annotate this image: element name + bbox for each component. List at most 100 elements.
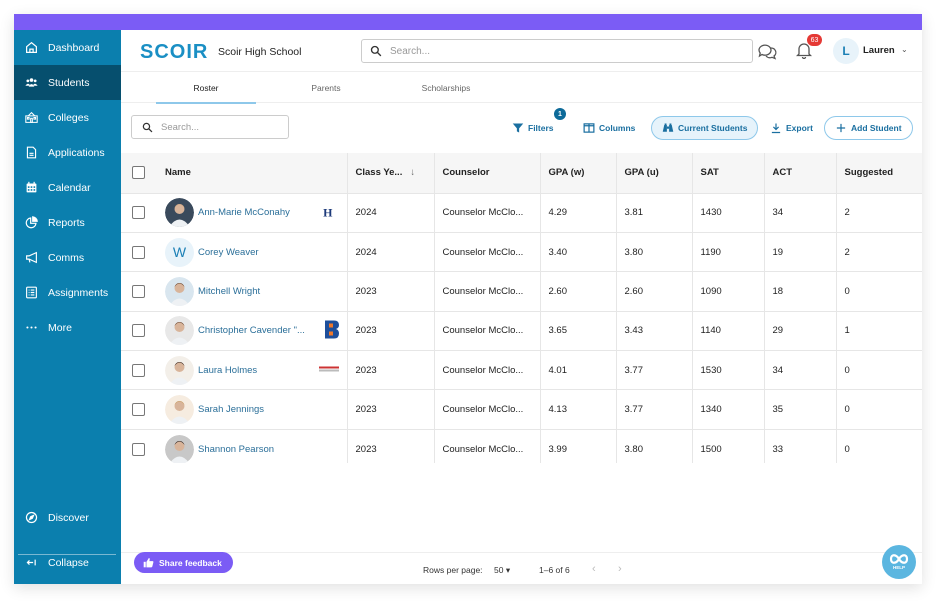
table-row[interactable]: Mitchell Wright 2023 Counselor McClo... …: [121, 271, 922, 312]
column-header-gpa-w[interactable]: GPA (w): [540, 153, 617, 194]
row-checkbox[interactable]: [132, 403, 145, 417]
sidebar-item-students[interactable]: Students: [14, 65, 121, 100]
sidebar-item-reports[interactable]: Reports: [14, 205, 121, 240]
act-cell: 34: [764, 193, 837, 233]
share-feedback-button[interactable]: Share feedback: [134, 552, 233, 573]
tab-parents[interactable]: Parents: [276, 72, 376, 103]
sidebar-item-assignments[interactable]: Assignments: [14, 275, 121, 310]
name-cell: Ann-Marie McConahy H: [157, 193, 348, 233]
user-menu[interactable]: Lauren: [863, 45, 895, 56]
table-row[interactable]: Shannon Pearson 2023 Counselor McClo... …: [121, 429, 922, 463]
column-header-class-year[interactable]: Class Ye... ↓: [347, 153, 435, 194]
row-checkbox[interactable]: [132, 284, 145, 298]
gpa-w-cell: 3.65: [540, 311, 617, 352]
sidebar-item-colleges[interactable]: Colleges: [14, 100, 121, 135]
counselor-cell: Counselor McClo...: [434, 429, 541, 463]
table-row[interactable]: Laura Holmes 2023 Counselor McClo... 4.0…: [121, 350, 922, 391]
sidebar-item-comms[interactable]: Comms: [14, 240, 121, 275]
global-search-input[interactable]: [390, 45, 730, 57]
pie-chart-icon: [14, 216, 48, 229]
users-icon: [14, 76, 48, 89]
rows-per-page-select[interactable]: 50 ▾: [494, 565, 510, 576]
filters-button[interactable]: Filters: [512, 117, 554, 139]
sidebar-item-applications[interactable]: Applications: [14, 135, 121, 170]
counselor-cell: Counselor McClo...: [434, 232, 541, 273]
table-row[interactable]: Sarah Jennings 2023 Counselor McClo... 4…: [121, 389, 922, 430]
row-checkbox[interactable]: [132, 206, 145, 220]
sort-arrow-icon[interactable]: ↓: [410, 167, 415, 178]
current-students-button[interactable]: Current Students: [651, 116, 759, 140]
roster-search[interactable]: [131, 115, 289, 139]
row-checkbox[interactable]: [132, 363, 145, 377]
prev-page-button[interactable]: ‹: [592, 563, 596, 575]
student-name-link[interactable]: Sarah Jennings: [198, 404, 264, 415]
global-search[interactable]: [361, 39, 753, 63]
binoculars-icon: [662, 123, 674, 132]
chevron-down-icon[interactable]: ⌄: [901, 45, 908, 54]
gpa-u-cell: 2.60: [616, 271, 693, 312]
chat-icon[interactable]: [757, 42, 777, 60]
sidebar-item-label: Collapse: [48, 556, 89, 569]
column-label: ACT: [772, 167, 793, 179]
college-logo: H: [323, 205, 333, 220]
tab-scholarships[interactable]: Scholarships: [396, 72, 496, 103]
home-icon: [14, 41, 48, 54]
name-cell: Laura Holmes: [157, 350, 348, 391]
sidebar-item-label: Calendar: [48, 181, 91, 194]
sidebar-item-label: Dashboard: [48, 41, 100, 54]
counselor-cell: Counselor McClo...: [434, 350, 541, 391]
add-student-button[interactable]: Add Student: [824, 116, 913, 140]
columns-button[interactable]: Columns: [583, 117, 635, 139]
scoir-logo[interactable]: SCOIR: [140, 41, 208, 64]
select-all-checkbox[interactable]: [132, 166, 145, 180]
row-select-cell: [121, 389, 157, 430]
column-label: Class Ye...: [355, 167, 403, 179]
column-header-name[interactable]: Name: [157, 153, 348, 194]
name-cell: Shannon Pearson: [157, 429, 348, 463]
help-label: HELP: [892, 565, 905, 570]
row-select-cell: [121, 429, 157, 463]
filters-label: Filters: [528, 123, 554, 133]
table-body: Ann-Marie McConahy H 2024 Counselor McClo…: [121, 193, 922, 463]
sidebar-item-dashboard[interactable]: Dashboard: [14, 30, 121, 65]
sidebar-item-calendar[interactable]: Calendar: [14, 170, 121, 205]
help-button[interactable]: HELP: [882, 545, 916, 579]
sidebar-item-label: Colleges: [48, 111, 89, 124]
table-row[interactable]: Christopher Cavender "... 2023 Counselor…: [121, 311, 922, 352]
gpa-w-cell: 4.29: [540, 193, 617, 233]
roster-search-input[interactable]: [161, 121, 281, 133]
column-header-suggested[interactable]: Suggested: [836, 153, 922, 194]
suggested-cell: 0: [836, 389, 922, 430]
student-name-link[interactable]: Shannon Pearson: [198, 444, 274, 455]
row-checkbox[interactable]: [132, 442, 145, 456]
tab-roster[interactable]: Roster: [156, 72, 256, 104]
row-checkbox[interactable]: [132, 245, 145, 259]
gpa-u-cell: 3.80: [616, 429, 693, 463]
student-name-link[interactable]: Mitchell Wright: [198, 286, 260, 297]
sidebar-item-label: Assignments: [48, 286, 109, 299]
user-avatar[interactable]: L: [833, 38, 859, 64]
gpa-u-cell: 3.43: [616, 311, 693, 352]
sat-cell: 1530: [692, 350, 765, 391]
student-name-link[interactable]: Christopher Cavender "...: [198, 325, 305, 336]
table-row[interactable]: W Corey Weaver 2024 Counselor McClo... 3.…: [121, 232, 922, 273]
column-header-act[interactable]: ACT: [764, 153, 837, 194]
export-button[interactable]: Export: [770, 117, 813, 139]
collapse-button[interactable]: Collapse: [14, 545, 121, 580]
student-name-link[interactable]: Ann-Marie McConahy: [198, 207, 290, 218]
sidebar-item-more[interactable]: More: [14, 310, 121, 345]
sat-cell: 1140: [692, 311, 765, 352]
sidebar-item-discover[interactable]: Discover: [14, 500, 121, 535]
column-header-sat[interactable]: SAT: [692, 153, 765, 194]
student-name-link[interactable]: Corey Weaver: [198, 247, 259, 258]
table-row[interactable]: Ann-Marie McConahy H 2024 Counselor McClo…: [121, 193, 922, 233]
suggested-cell: 0: [836, 429, 922, 463]
add-student-label: Add Student: [851, 123, 902, 133]
document-icon: [14, 146, 48, 159]
column-header-gpa-u[interactable]: GPA (u): [616, 153, 693, 194]
next-page-button[interactable]: ›: [618, 563, 622, 575]
column-header-counselor[interactable]: Counselor: [434, 153, 541, 194]
suggested-cell: 0: [836, 271, 922, 312]
row-checkbox[interactable]: [132, 324, 145, 338]
student-name-link[interactable]: Laura Holmes: [198, 365, 257, 376]
